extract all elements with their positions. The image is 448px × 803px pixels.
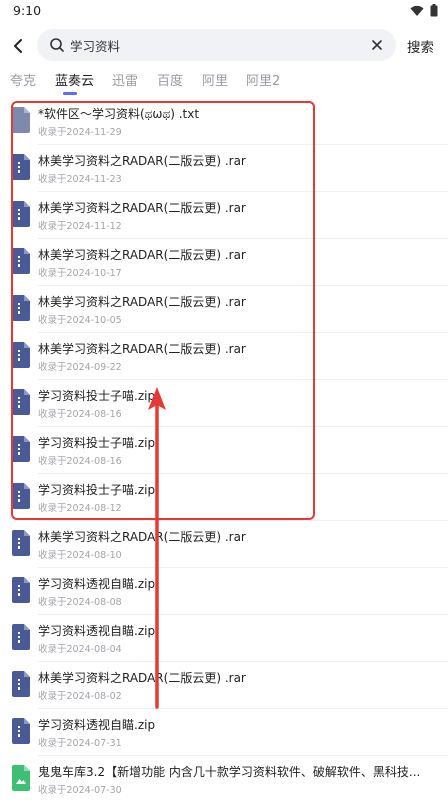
file-date: 收录于2024-09-22 [38, 362, 122, 373]
tab-aliyun-2[interactable]: 阿里2 [246, 70, 280, 89]
status-time: 9:10 [13, 3, 42, 18]
tab-xunlei[interactable]: 迅雷 [112, 70, 138, 89]
archive-file-icon [12, 671, 30, 697]
file-date: 收录于2024-08-16 [38, 409, 122, 420]
source-tabs: 夸克 蓝奏云 迅雷 百度 阿里 阿里2 [0, 70, 448, 92]
status-icons [410, 4, 438, 17]
file-name: 林美学习资料之RADAR(二版云更) .rar [38, 201, 246, 215]
tab-kuake[interactable]: 夸克 [10, 70, 36, 89]
file-name: 学习资料投士子喵.zip [38, 389, 156, 403]
file-date: 收录于2024-08-02 [38, 691, 122, 702]
back-button[interactable] [6, 34, 30, 58]
search-icon [50, 38, 64, 52]
archive-file-icon [12, 389, 30, 415]
file-name: *软件区～学习资料(ಥωಥ) .txt [38, 107, 200, 121]
chevron-left-icon [14, 39, 22, 53]
tab-aliyun[interactable]: 阿里 [202, 70, 228, 89]
file-date: 收录于2024-11-23 [38, 174, 122, 185]
file-row[interactable]: 林美学习资料之RADAR(二版云更) .rar 收录于2024-08-02 [0, 662, 448, 709]
search-input[interactable] [70, 29, 360, 61]
file-row[interactable]: 学习资料投士子喵.zip 收录于2024-08-12 [0, 474, 448, 521]
file-date: 收录于2024-11-29 [38, 127, 122, 138]
file-name: 林美学习资料之RADAR(二版云更) .rar [38, 342, 246, 356]
archive-file-icon [12, 154, 30, 180]
file-row[interactable]: 林美学习资料之RADAR(二版云更) .rar 收录于2024-10-05 [0, 286, 448, 333]
file-name: 鬼鬼车库3.2【新增功能 内含几十款学习资料软件、破解软件、黑科技... [38, 765, 421, 779]
archive-file-icon [12, 718, 30, 744]
file-name: 林美学习资料之RADAR(二版云更) .rar [38, 154, 246, 168]
file-row[interactable]: 林美学习资料之RADAR(二版云更) .rar 收录于2024-11-12 [0, 192, 448, 239]
archive-file-icon [12, 295, 30, 321]
archive-file-icon [12, 624, 30, 650]
archive-file-icon [12, 248, 30, 274]
file-row[interactable]: 林美学习资料之RADAR(二版云更) .rar 收录于2024-09-22 [0, 333, 448, 380]
file-row[interactable]: 学习资料投士子喵.zip 收录于2024-08-16 [0, 427, 448, 474]
file-name: 学习资料透视自瞄.zip [38, 624, 156, 638]
file-row[interactable]: 学习资料透视自瞄.zip 收录于2024-08-08 [0, 568, 448, 615]
file-name: 林美学习资料之RADAR(二版云更) .rar [38, 248, 246, 262]
file-date: 收录于2024-10-17 [38, 268, 122, 279]
file-name: 林美学习资料之RADAR(二版云更) .rar [38, 530, 246, 544]
file-date: 收录于2024-08-04 [38, 644, 122, 655]
search-button[interactable]: 搜索 [407, 36, 434, 56]
file-row[interactable]: 学习资料投士子喵.zip 收录于2024-08-16 [0, 380, 448, 427]
battery-icon [430, 4, 438, 17]
wifi-icon [410, 5, 424, 16]
file-name: 学习资料投士子喵.zip [38, 436, 156, 450]
clear-icon[interactable] [370, 38, 384, 52]
file-row[interactable]: *软件区～学习资料(ಥωಥ) .txt 收录于2024-11-29 [0, 98, 448, 145]
file-row[interactable]: 鬼鬼车库3.2【新增功能 内含几十款学习资料软件、破解软件、黑科技... 收录于… [0, 756, 448, 803]
file-date: 收录于2024-08-08 [38, 597, 122, 608]
archive-file-icon [12, 530, 30, 556]
file-date: 收录于2024-07-30 [38, 785, 122, 796]
archive-file-icon [12, 436, 30, 462]
archive-file-icon [12, 201, 30, 227]
apk-file-icon [12, 765, 30, 791]
file-row[interactable]: 学习资料透视自瞄.zip 收录于2024-08-04 [0, 615, 448, 662]
archive-file-icon [12, 342, 30, 368]
file-row[interactable]: 林美学习资料之RADAR(二版云更) .rar 收录于2024-08-10 [0, 521, 448, 568]
file-date: 收录于2024-08-16 [38, 456, 122, 467]
file-name: 林美学习资料之RADAR(二版云更) .rar [38, 671, 246, 685]
status-bar: 9:10 [0, 0, 448, 22]
archive-file-icon [12, 483, 30, 509]
file-row[interactable]: 林美学习资料之RADAR(二版云更) .rar 收录于2024-10-17 [0, 239, 448, 286]
file-row[interactable]: 学习资料透视自瞄.zip 收录于2024-07-31 [0, 709, 448, 756]
file-date: 收录于2024-08-12 [38, 503, 122, 514]
file-name: 学习资料透视自瞄.zip [38, 577, 156, 591]
file-name: 学习资料透视自瞄.zip [38, 718, 156, 732]
file-date: 收录于2024-11-12 [38, 221, 122, 232]
file-date: 收录于2024-08-10 [38, 550, 122, 561]
active-tab-indicator [63, 92, 77, 95]
file-row[interactable]: 林美学习资料之RADAR(二版云更) .rar 收录于2024-11-23 [0, 145, 448, 192]
file-name: 学习资料投士子喵.zip [38, 483, 156, 497]
tab-baidu[interactable]: 百度 [157, 70, 183, 89]
search-box[interactable] [37, 29, 396, 61]
file-name: 林美学习资料之RADAR(二版云更) .rar [38, 295, 246, 309]
tab-lanzouyun[interactable]: 蓝奏云 [55, 70, 94, 89]
archive-file-icon [12, 577, 30, 603]
file-date: 收录于2024-07-31 [38, 738, 122, 749]
txt-file-icon [12, 107, 30, 133]
file-date: 收录于2024-10-05 [38, 315, 122, 326]
